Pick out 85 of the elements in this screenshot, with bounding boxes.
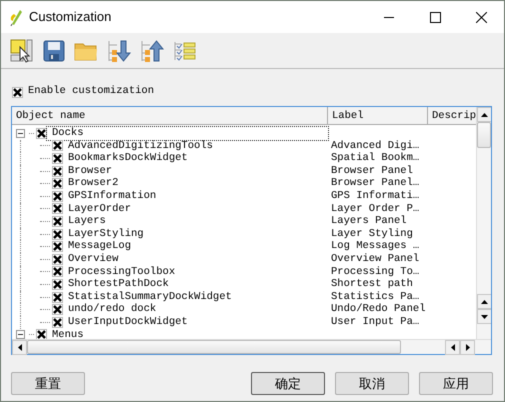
item-checkbox[interactable] xyxy=(52,190,63,202)
scroll-thumb[interactable] xyxy=(477,122,491,148)
dialog-button[interactable]: 应用 xyxy=(419,372,493,395)
object-name[interactable]: GPSInformation xyxy=(67,190,158,203)
scroll-down-button[interactable] xyxy=(477,309,491,324)
right-arrow-icon xyxy=(466,344,470,351)
object-label: Browser Panel xyxy=(331,164,413,177)
object-label: Overview Panel xyxy=(331,252,420,265)
object-name[interactable]: Menus xyxy=(51,328,85,339)
item-checkbox[interactable] xyxy=(52,278,63,290)
object-label: Processing To… xyxy=(331,266,420,278)
scroll-up-button[interactable] xyxy=(477,107,491,122)
item-checkbox[interactable] xyxy=(52,166,63,177)
item-checkbox[interactable] xyxy=(36,128,47,139)
column-header[interactable]: Label xyxy=(328,107,428,125)
object-label: Statistics Pa… xyxy=(331,290,420,303)
object-name[interactable]: LayerOrder xyxy=(67,202,132,216)
object-label: Shortest path xyxy=(331,278,413,290)
object-name[interactable]: AdvancedDigitizingTools xyxy=(67,140,214,152)
item-checkbox[interactable] xyxy=(36,329,47,339)
column-header[interactable]: Object name xyxy=(12,107,328,125)
dialog-button[interactable]: 确定 xyxy=(251,372,325,395)
object-name[interactable]: StatistalSummaryDockWidget xyxy=(67,290,233,304)
app-icon xyxy=(9,8,23,26)
cursor-icon[interactable] xyxy=(10,38,34,62)
window-title: Customization xyxy=(29,8,112,26)
object-label: Undo/Redo Panel xyxy=(331,303,426,316)
object-name[interactable]: Overview xyxy=(67,252,120,266)
object-name[interactable]: Browser xyxy=(67,164,114,178)
left-arrow-icon xyxy=(450,344,454,351)
scroll-left-button[interactable] xyxy=(445,340,460,355)
maximize-icon xyxy=(430,12,440,22)
collapse-icon[interactable] xyxy=(16,128,25,138)
list-down-arrow-icon[interactable] xyxy=(107,38,131,62)
object-label: Log Messages … xyxy=(331,240,420,252)
item-checkbox[interactable] xyxy=(52,203,63,214)
left-arrow-icon xyxy=(18,344,22,351)
column-header[interactable]: Descrip xyxy=(428,107,476,125)
item-checkbox[interactable] xyxy=(52,178,63,190)
save-icon[interactable] xyxy=(43,40,65,62)
item-checkbox[interactable] xyxy=(52,266,63,278)
item-checkbox[interactable] xyxy=(52,228,63,240)
object-name[interactable]: BookmarksDockWidget xyxy=(67,152,189,165)
item-checkbox[interactable] xyxy=(52,304,63,316)
object-label: Spatial Bookm… xyxy=(331,152,420,164)
object-label: User Input Pa… xyxy=(331,316,420,328)
object-label: Layer Styling xyxy=(331,228,413,240)
scroll-up-button[interactable] xyxy=(477,294,491,309)
item-checkbox[interactable] xyxy=(52,316,63,328)
object-label: Layers Panel xyxy=(331,215,407,228)
list-up-arrow-icon[interactable] xyxy=(140,38,164,62)
object-name[interactable]: Browser2 xyxy=(67,177,120,190)
object-name[interactable]: ProcessingToolbox xyxy=(67,266,176,278)
object-name[interactable]: ShortestPathDock xyxy=(67,278,170,291)
object-name[interactable]: Docks xyxy=(51,127,85,140)
item-checkbox[interactable] xyxy=(52,292,63,303)
vertical-scrollbar[interactable] xyxy=(476,107,491,339)
object-label: Browser Panel… xyxy=(331,177,420,190)
close-icon xyxy=(476,12,486,22)
up-arrow-icon xyxy=(481,112,488,116)
checkbox-label: Enable customization xyxy=(28,84,154,100)
down-arrow-icon xyxy=(481,314,488,318)
item-checkbox[interactable] xyxy=(52,241,63,252)
collapse-icon[interactable] xyxy=(16,330,25,339)
object-name[interactable]: LayerStyling xyxy=(67,228,145,240)
object-label: GPS Informati… xyxy=(331,190,420,202)
checklist-icon[interactable] xyxy=(173,40,197,62)
item-checkbox[interactable] xyxy=(52,152,63,164)
object-label: Advanced Digi… xyxy=(331,140,420,152)
scroll-right-button[interactable] xyxy=(460,340,475,355)
object-name[interactable]: undo/redo dock xyxy=(67,303,158,316)
item-checkbox[interactable] xyxy=(52,216,63,227)
scroll-left-button[interactable] xyxy=(12,340,27,355)
minimize-icon xyxy=(384,16,394,18)
item-checkbox[interactable] xyxy=(52,140,63,152)
item-checkbox[interactable] xyxy=(52,254,63,265)
object-name[interactable]: UserInputDockWidget xyxy=(67,316,189,328)
enable-checkbox[interactable] xyxy=(12,86,23,98)
up-arrow-icon xyxy=(481,300,488,304)
object-label: Layer Order P… xyxy=(331,202,420,215)
object-name[interactable]: Layers xyxy=(67,215,107,228)
dialog-button[interactable]: 取消 xyxy=(335,372,409,395)
horizontal-scroll-thumb[interactable] xyxy=(27,340,401,354)
dialog-button[interactable]: 重置 xyxy=(11,372,85,395)
object-name[interactable]: MessageLog xyxy=(67,240,132,253)
